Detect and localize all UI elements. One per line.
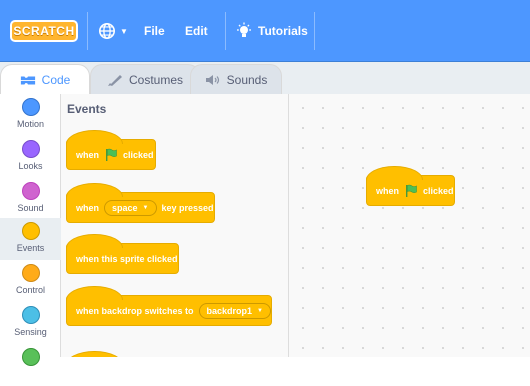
tab-code[interactable]: Code — [0, 64, 90, 94]
block-text: when — [376, 185, 400, 196]
when-flag-clicked-block[interactable]: when clicked — [66, 130, 156, 170]
menu-divider — [314, 12, 315, 50]
when-backdrop-switches-block[interactable]: when backdrop switches to backdrop1 ▼ — [66, 286, 272, 326]
script-workspace[interactable]: when clicked — [289, 94, 530, 357]
when-sprite-clicked-block[interactable]: when this sprite clicked — [66, 234, 179, 274]
lightbulb-icon — [237, 22, 251, 37]
category-sensing[interactable]: Sensing — [0, 302, 61, 344]
scratch-logo[interactable]: SCRATCH — [10, 20, 78, 42]
key-dropdown[interactable]: space ▼ — [104, 199, 157, 216]
language-menu[interactable]: ▼ — [98, 20, 128, 42]
menu-divider — [225, 12, 226, 50]
hat-cap — [66, 130, 123, 144]
block-text: key pressed — [161, 202, 214, 213]
category-menu: Motion Looks Sound Events Control Sensin… — [0, 94, 61, 366]
hat-cap — [66, 234, 123, 248]
green-flag-icon — [406, 184, 417, 197]
chevron-down-icon: ▼ — [257, 307, 263, 314]
category-events[interactable]: Events — [0, 218, 61, 260]
tab-code-label: Code — [41, 72, 71, 87]
tab-costumes-label: Costumes — [128, 72, 184, 87]
block-text: when this sprite clicked — [76, 253, 178, 264]
chevron-down-icon: ▼ — [120, 26, 128, 36]
globe-icon — [98, 22, 116, 40]
motion-color-dot — [21, 98, 40, 116]
code-blocks-icon — [20, 75, 35, 84]
hat-cap — [366, 166, 423, 180]
tutorials-menu[interactable]: Tutorials — [236, 20, 308, 42]
menu-bar: SCRATCH ▼ File Edit Tutorials — [0, 0, 530, 62]
looks-color-dot — [21, 140, 40, 158]
category-motion[interactable]: Motion — [0, 94, 61, 136]
block-text: when backdrop switches to — [76, 305, 194, 316]
sound-color-dot — [21, 182, 40, 200]
tab-sounds-label: Sounds — [226, 72, 268, 87]
block-text: clicked — [123, 149, 154, 160]
category-label: Motion — [16, 119, 44, 129]
tab-costumes[interactable]: Costumes — [90, 64, 200, 94]
brush-icon — [107, 74, 122, 86]
category-control[interactable]: Control — [0, 260, 61, 302]
control-color-dot — [21, 264, 40, 282]
chevron-down-icon: ▼ — [142, 204, 149, 211]
category-label: Control — [15, 285, 45, 295]
block-text: when — [76, 202, 100, 213]
editor-tabs: Costumes Sounds Code — [0, 62, 530, 94]
hat-cap — [66, 286, 123, 300]
file-menu[interactable]: File — [144, 20, 165, 42]
operators-color-dot — [21, 348, 40, 366]
tutorials-label: Tutorials — [258, 24, 308, 38]
workspace-when-flag-clicked-block[interactable]: when clicked — [366, 166, 455, 206]
hat-cap — [66, 351, 123, 357]
sensing-color-dot — [21, 306, 40, 324]
category-label: Sensing — [14, 327, 47, 337]
green-flag-icon — [106, 148, 117, 161]
edit-menu[interactable]: Edit — [185, 20, 208, 42]
dropdown-value: backdrop1 — [206, 305, 253, 316]
category-label: Sound — [17, 203, 44, 213]
dropdown-value: space — [112, 202, 138, 213]
category-label: Looks — [18, 161, 43, 171]
block-text: when — [76, 149, 100, 160]
category-looks[interactable]: Looks — [0, 136, 61, 178]
palette-title: Events — [67, 102, 107, 116]
menu-divider — [87, 12, 88, 50]
events-color-dot — [21, 222, 40, 240]
category-operators[interactable] — [0, 344, 61, 386]
hat-cap — [66, 183, 123, 197]
block-palette: Events when clicked when space ▼ key pre… — [61, 94, 289, 357]
category-sound[interactable]: Sound — [0, 178, 61, 220]
tab-sounds[interactable]: Sounds — [190, 64, 282, 94]
backdrop-dropdown[interactable]: backdrop1 ▼ — [198, 302, 271, 319]
block-text: clicked — [423, 185, 454, 196]
when-key-pressed-block[interactable]: when space ▼ key pressed — [66, 183, 215, 223]
category-label: Events — [16, 243, 45, 253]
speaker-icon — [205, 74, 219, 85]
